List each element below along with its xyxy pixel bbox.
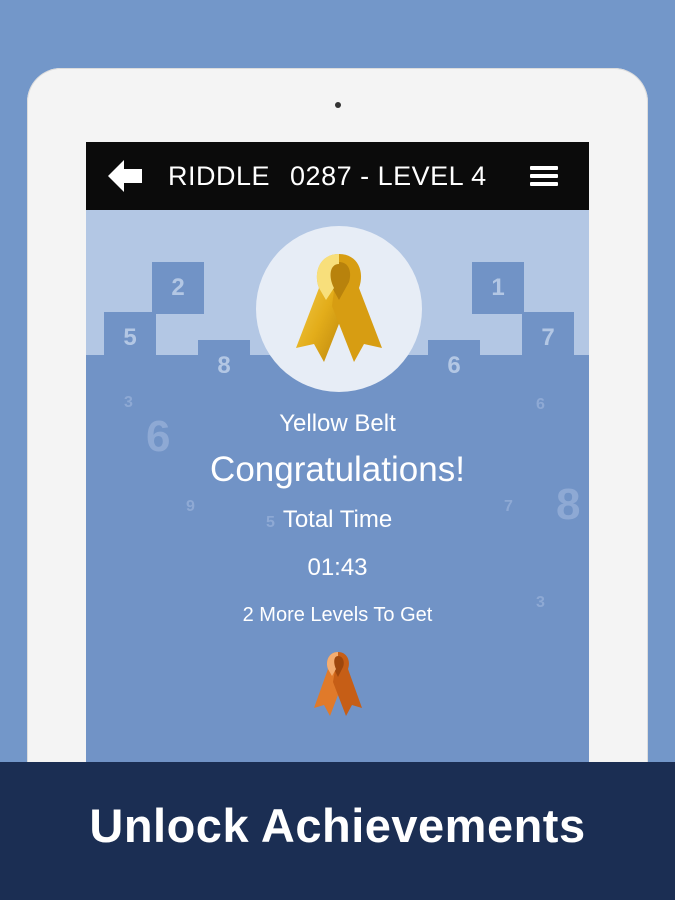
number-tile: 6 [428, 340, 480, 392]
number-tile: 7 [522, 312, 574, 364]
arrow-left-icon [108, 160, 142, 192]
banner-title: Unlock Achievements [89, 799, 586, 852]
number-tile: 5 [104, 312, 156, 364]
congrats-text: Congratulations! [210, 450, 465, 489]
orange-ribbon-icon [314, 652, 362, 716]
top-bar: RIDDLE 0287 - LEVEL 4 [86, 142, 589, 210]
camera-dot [335, 102, 341, 108]
number-tile: 2 [152, 262, 204, 314]
levels-remaining-text: 2 More Levels To Get [242, 604, 433, 626]
medal-badge [256, 226, 422, 392]
number-tile: 1 [472, 262, 524, 314]
total-time-value: 01:43 [307, 554, 368, 581]
riddle-label: RIDDLE [168, 161, 271, 191]
belt-name: Yellow Belt [279, 410, 396, 437]
app-screen: RIDDLE 0287 - LEVEL 4 2 5 8 1 7 6 3 6 9 5… [86, 142, 589, 782]
riddle-level: 0287 - LEVEL 4 [290, 161, 487, 191]
back-button[interactable] [108, 160, 144, 192]
next-ribbon [308, 650, 368, 718]
riddle-title: RIDDLE 0287 - LEVEL 4 [168, 160, 487, 192]
total-time-label: Total Time [282, 506, 393, 533]
menu-button[interactable] [530, 164, 560, 188]
yellow-ribbon-icon [296, 254, 382, 362]
number-tile: 8 [198, 340, 250, 392]
